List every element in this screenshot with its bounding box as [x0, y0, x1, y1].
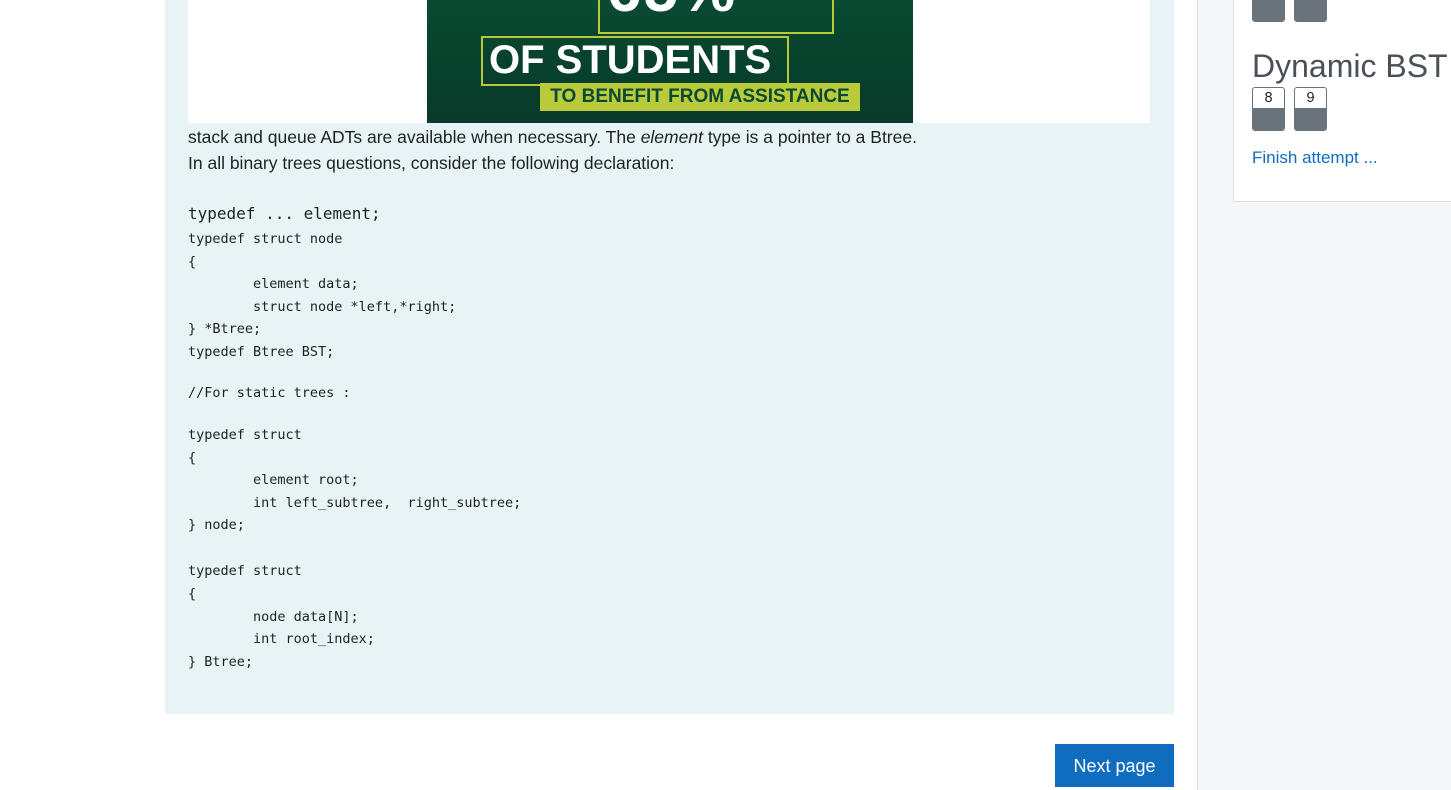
code-line: element data; [188, 276, 359, 292]
quiz-page: 65% OF STUDENTS TO BENEFIT FROM ASSISTAN… [0, 0, 1451, 790]
code-line: { [188, 254, 197, 270]
finish-attempt-link[interactable]: Finish attempt ... [1252, 148, 1378, 168]
code-line: { [188, 586, 197, 602]
answered-fill [1295, 108, 1326, 130]
code-line: int left_subtree, right_subtree; [188, 495, 522, 511]
question-number: 9 [1306, 90, 1315, 106]
banner-benefit-text: TO BENEFIT FROM ASSISTANCE [540, 83, 860, 111]
question-intro: stack and queue ADTs are available when … [188, 124, 917, 176]
banner-big-number: 65% [607, 0, 737, 22]
question-panel: 65% OF STUDENTS TO BENEFIT FROM ASSISTAN… [165, 0, 1174, 714]
question-nav-button-prev-b[interactable] [1294, 0, 1327, 22]
question-nav-button-8[interactable]: 8 [1252, 87, 1285, 131]
code-line: element root; [188, 472, 359, 488]
intro-line-1: stack and queue ADTs are available when … [188, 124, 917, 150]
code-line: typedef struct [188, 427, 302, 443]
code-line: { [188, 450, 197, 466]
question-nav-button-prev-a[interactable] [1252, 0, 1285, 22]
code-line: typedef struct [188, 563, 302, 579]
section-title: Dynamic BST [1252, 48, 1448, 84]
drawer-divider [1197, 0, 1198, 790]
code-first-line: typedef ... element; [188, 204, 381, 223]
intro-line-2: In all binary trees questions, consider … [188, 153, 675, 173]
intro-text-end: type is a pointer to a Btree. [702, 127, 917, 147]
answered-fill [1253, 108, 1284, 130]
next-page-button[interactable]: Next page [1055, 744, 1174, 787]
code-comment: //For static trees : [188, 385, 351, 401]
question-number: 8 [1264, 90, 1273, 106]
code-line: } Btree; [188, 654, 254, 670]
code-line: typedef Btree BST; [188, 344, 335, 360]
promo-banner-image: 65% OF STUDENTS TO BENEFIT FROM ASSISTAN… [427, 0, 913, 123]
question-nav-button-9[interactable]: 9 [1294, 87, 1327, 131]
code-line: int root_index; [188, 631, 375, 647]
intro-emphasis: element [640, 127, 703, 147]
code-line: } node; [188, 517, 245, 533]
banner-area: 65% OF STUDENTS TO BENEFIT FROM ASSISTAN… [188, 0, 1150, 123]
code-line: struct node *left,*right; [188, 299, 457, 315]
code-line: node data[N]; [188, 609, 359, 625]
code-line: typedef struct node [188, 231, 343, 247]
intro-text: stack and queue ADTs are available when … [188, 127, 641, 147]
answered-fill [1295, 0, 1326, 21]
answered-fill [1253, 0, 1284, 21]
code-line: } *Btree; [188, 321, 262, 337]
banner-students-text: OF STUDENTS [489, 38, 772, 82]
